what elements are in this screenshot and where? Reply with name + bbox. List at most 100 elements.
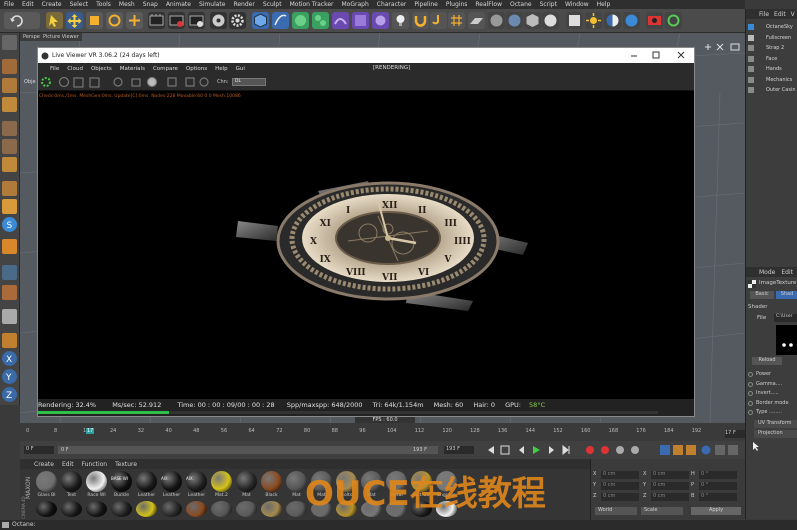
material-ball[interactable]	[161, 501, 182, 517]
lv-tool-icons[interactable]	[58, 76, 228, 88]
material-ball[interactable]	[61, 501, 82, 517]
lv-menu-gui[interactable]: Gui	[236, 66, 245, 72]
move-icon[interactable]	[66, 12, 83, 29]
coord-mode-select[interactable]: Scale	[641, 507, 683, 515]
points-mode-icon[interactable]	[2, 121, 17, 136]
texture-env-icon[interactable]	[623, 12, 640, 29]
am-menu-mode[interactable]: Mode	[759, 269, 775, 276]
menu-edit[interactable]: Edit	[22, 1, 34, 8]
animate-dot-icon[interactable]	[748, 410, 753, 415]
coord-field[interactable]: 0 cm	[651, 482, 689, 490]
material-ball[interactable]	[136, 471, 157, 492]
x-axis-icon[interactable]: X	[2, 351, 17, 366]
menu-character[interactable]: Character	[377, 1, 407, 8]
cube-icon[interactable]	[252, 12, 269, 29]
mat-menu-edit[interactable]: Edit	[62, 461, 74, 468]
coord-field[interactable]: 0 cm	[651, 493, 689, 501]
undo-button[interactable]	[4, 12, 40, 29]
current-frame-field[interactable]: 17 F	[725, 430, 745, 438]
rotate-icon[interactable]	[106, 12, 123, 29]
property-row[interactable]: Type ........	[748, 409, 797, 417]
material-ball[interactable]	[111, 501, 132, 517]
light-bulb-icon[interactable]	[392, 12, 409, 29]
file-path-field[interactable]: C:\User	[774, 314, 797, 322]
material-ball[interactable]	[161, 471, 182, 492]
menu-create[interactable]: Create	[42, 1, 62, 8]
om-menu-file[interactable]: File	[759, 11, 769, 18]
magnet-icon[interactable]	[412, 12, 429, 29]
coord-field[interactable]: 0 cm	[601, 493, 639, 501]
model-mode-icon[interactable]	[2, 59, 17, 74]
environment-icon[interactable]	[372, 12, 389, 29]
apply-button[interactable]: Apply	[691, 507, 741, 515]
projection-button[interactable]: Projection	[754, 430, 797, 438]
menu-script[interactable]: Script	[540, 1, 557, 8]
property-row[interactable]: Gamma....	[748, 381, 797, 389]
material-ball[interactable]	[261, 501, 282, 517]
grid-icon[interactable]	[448, 12, 465, 29]
workplane-mode-icon[interactable]	[2, 97, 17, 112]
octane-object-icon[interactable]	[524, 12, 541, 29]
sculpt-icon[interactable]	[2, 333, 17, 348]
material-ball[interactable]	[61, 471, 82, 492]
texture-mode-icon[interactable]	[2, 78, 17, 93]
lv-menu-options[interactable]: Options	[186, 66, 207, 72]
sun-icon[interactable]	[585, 12, 602, 29]
material-ball[interactable]	[261, 471, 282, 492]
animate-dot-icon[interactable]	[748, 381, 753, 387]
mat-menu-function[interactable]: Function	[82, 461, 108, 468]
window-controls[interactable]	[628, 51, 690, 60]
mat-menu-texture[interactable]: Texture	[115, 461, 137, 468]
refresh-icon[interactable]	[665, 12, 682, 29]
material-ball[interactable]	[86, 471, 107, 492]
render-output[interactable]: Check:0ms./1ms. MeshGen:0ms. Update[C]:0…	[38, 91, 694, 399]
material-ball[interactable]	[211, 501, 232, 517]
octane-settings-gear-icon[interactable]	[229, 12, 246, 29]
lv-menu-objects[interactable]: Objects	[91, 66, 112, 72]
material-ball[interactable]	[236, 501, 257, 517]
coord-field[interactable]: 0 cm	[601, 482, 639, 490]
coord-space-select[interactable]: World	[595, 507, 637, 515]
material-ball[interactable]	[211, 471, 232, 492]
lv-menu-file[interactable]: File	[50, 66, 59, 72]
live-selection-icon[interactable]	[46, 12, 63, 29]
menu-render[interactable]: Render	[233, 1, 254, 8]
edges-mode-icon[interactable]	[2, 139, 17, 154]
property-row[interactable]: Power	[748, 371, 797, 379]
coord-field[interactable]: 0 °	[699, 482, 737, 490]
menu-motion-tracker[interactable]: Motion Tracker	[290, 1, 334, 8]
octane-sphere-icon[interactable]	[488, 12, 505, 29]
object-row[interactable]: OctaneSky	[748, 23, 797, 32]
subdivision-icon[interactable]	[292, 12, 309, 29]
make-editable-icon[interactable]	[2, 35, 17, 50]
timeline-playhead[interactable]: 17	[86, 428, 95, 434]
menu-plugins[interactable]: Plugins	[446, 1, 468, 8]
property-row[interactable]: Border mode	[748, 400, 797, 408]
lv-menu-help[interactable]: Help	[215, 66, 228, 72]
object-row[interactable]: Face	[748, 55, 797, 64]
y-axis-icon[interactable]: Y	[2, 369, 17, 384]
coord-field[interactable]: 0 °	[699, 471, 737, 479]
polygons-mode-icon[interactable]	[2, 157, 17, 172]
material-ball[interactable]	[186, 501, 207, 517]
layer-icon[interactable]	[2, 309, 17, 324]
coord-field[interactable]: 0 cm	[651, 471, 689, 479]
playback-controls[interactable]	[485, 444, 745, 456]
material-ball[interactable]	[136, 501, 157, 517]
menu-help[interactable]: Help	[597, 1, 611, 8]
tab-shader[interactable]: Shad	[776, 291, 797, 299]
coord-field[interactable]: 0 °	[699, 493, 737, 501]
octane-camera-icon[interactable]	[542, 12, 559, 29]
workplane-icon[interactable]	[468, 12, 485, 29]
tab-picture-viewer[interactable]: Picture Viewer	[40, 33, 82, 41]
lock-icon[interactable]	[2, 265, 17, 280]
tab-basic[interactable]: Basic	[750, 291, 774, 299]
menu-pipeline[interactable]: Pipeline	[414, 1, 437, 8]
menu-snap[interactable]: Snap	[143, 1, 158, 8]
solo-icon[interactable]	[2, 285, 17, 300]
menu-select[interactable]: Select	[70, 1, 89, 8]
reload-button[interactable]: Reload	[752, 357, 782, 365]
menu-octane[interactable]: Octane	[510, 1, 532, 8]
animate-dot-icon[interactable]	[748, 391, 753, 396]
octane-material-icon[interactable]	[506, 12, 523, 29]
